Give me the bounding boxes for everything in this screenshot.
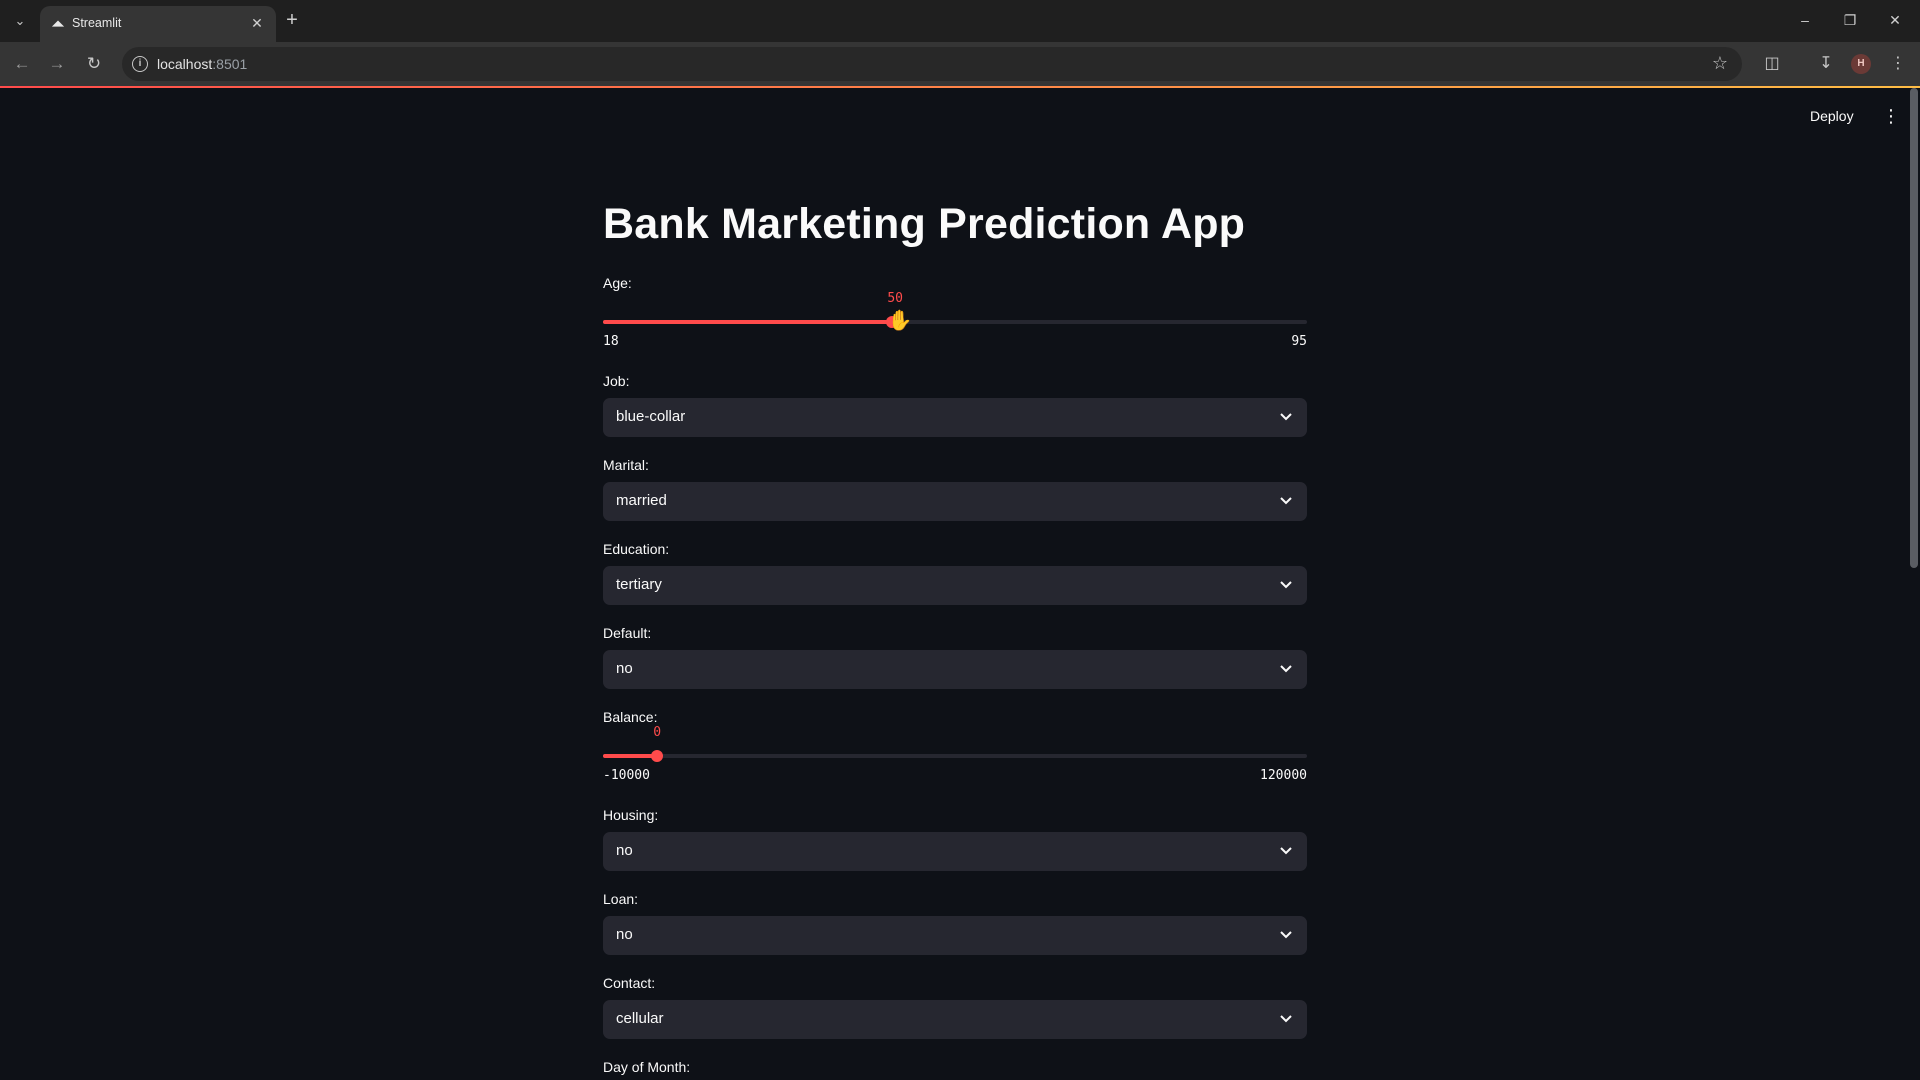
chevron-down-icon — [1280, 581, 1292, 589]
education-select-value: tertiary — [616, 576, 662, 593]
job-select-value: blue-collar — [616, 408, 686, 425]
balance-slider-thumb[interactable] — [651, 750, 664, 762]
loan-select[interactable]: no — [603, 916, 1307, 955]
extensions-icon[interactable]: ◫ — [1760, 52, 1784, 76]
age-slider[interactable]: 50 ✋ 18 95 — [603, 291, 1307, 349]
streamlit-favicon-icon — [51, 20, 65, 27]
window-close-icon[interactable]: ✕ — [1880, 8, 1910, 32]
chevron-down-icon — [1280, 847, 1292, 855]
marital-label: Marital: — [603, 457, 649, 473]
contact-label: Contact: — [603, 975, 656, 991]
age-slider-max: 95 — [1291, 334, 1307, 349]
browser-menu-icon[interactable]: ⋮ — [1886, 52, 1910, 76]
minimize-icon[interactable]: – — [1790, 8, 1820, 32]
housing-select-value: no — [616, 842, 633, 859]
page-title: Bank Marketing Prediction App — [603, 200, 1246, 248]
chevron-down-icon — [1280, 931, 1292, 939]
education-label: Education: — [603, 541, 670, 557]
marital-select[interactable]: married — [603, 482, 1307, 521]
streamlit-header-decoration — [0, 86, 1920, 88]
age-slider-min: 18 — [603, 334, 619, 349]
browser-toolbar: ← → ↻ i localhost:8501 ☆ ◫ ↧ H ⋮ — [0, 42, 1920, 86]
housing-select[interactable]: no — [603, 832, 1307, 871]
housing-label: Housing: — [603, 807, 659, 823]
deploy-button[interactable]: Deploy — [1810, 108, 1854, 124]
chevron-down-icon — [1280, 413, 1292, 421]
education-select[interactable]: tertiary — [603, 566, 1307, 605]
day-of-month-label: Day of Month: — [603, 1059, 691, 1075]
app-menu-icon[interactable]: ⋮ — [1881, 104, 1901, 128]
chevron-down-icon — [1280, 1015, 1292, 1023]
url-text[interactable]: localhost:8501 — [157, 56, 247, 72]
balance-slider-max: 120000 — [1260, 768, 1307, 783]
age-slider-value: 50 — [887, 291, 903, 306]
download-icon[interactable]: ↧ — [1814, 52, 1838, 76]
new-tab-icon[interactable]: + — [281, 10, 303, 32]
tab-close-icon[interactable]: ✕ — [248, 14, 266, 32]
age-slider-fill — [603, 320, 892, 324]
hand-cursor-icon: ✋ — [887, 310, 913, 332]
reload-icon[interactable]: ↻ — [82, 52, 106, 76]
page-scrollbar[interactable] — [1910, 88, 1918, 568]
browser-tab[interactable]: Streamlit ✕ — [40, 6, 276, 42]
profile-avatar[interactable]: H — [1851, 54, 1871, 74]
tab-title: Streamlit — [72, 16, 122, 30]
marital-select-value: married — [616, 492, 667, 509]
contact-select-value: cellular — [616, 1010, 664, 1027]
default-select[interactable]: no — [603, 650, 1307, 689]
default-select-value: no — [616, 660, 633, 677]
balance-label: Balance: — [603, 709, 658, 725]
back-icon[interactable]: ← — [10, 52, 34, 76]
balance-slider-track[interactable] — [603, 754, 1307, 758]
site-info-icon[interactable]: i — [132, 56, 148, 72]
chevron-down-icon — [1280, 497, 1292, 505]
balance-slider[interactable]: 0 -10000 120000 — [603, 725, 1307, 783]
balance-slider-value: 0 — [653, 725, 662, 740]
age-label: Age: — [603, 275, 632, 291]
balance-slider-min: -10000 — [603, 768, 650, 783]
loan-select-value: no — [616, 926, 633, 943]
browser-tab-bar: ⌄ Streamlit ✕ + – ❐ ✕ — [0, 0, 1920, 42]
restore-icon[interactable]: ❐ — [1835, 8, 1865, 32]
bookmark-star-icon[interactable]: ☆ — [1712, 53, 1728, 74]
default-label: Default: — [603, 625, 652, 641]
tab-search-chevron-icon[interactable]: ⌄ — [10, 11, 30, 31]
balance-slider-fill — [603, 754, 658, 758]
job-select[interactable]: blue-collar — [603, 398, 1307, 437]
address-bar[interactable]: i localhost:8501 ☆ — [122, 47, 1742, 81]
contact-select[interactable]: cellular — [603, 1000, 1307, 1039]
forward-icon[interactable]: → — [45, 52, 69, 76]
chevron-down-icon — [1280, 665, 1292, 673]
job-label: Job: — [603, 373, 630, 389]
loan-label: Loan: — [603, 891, 639, 907]
